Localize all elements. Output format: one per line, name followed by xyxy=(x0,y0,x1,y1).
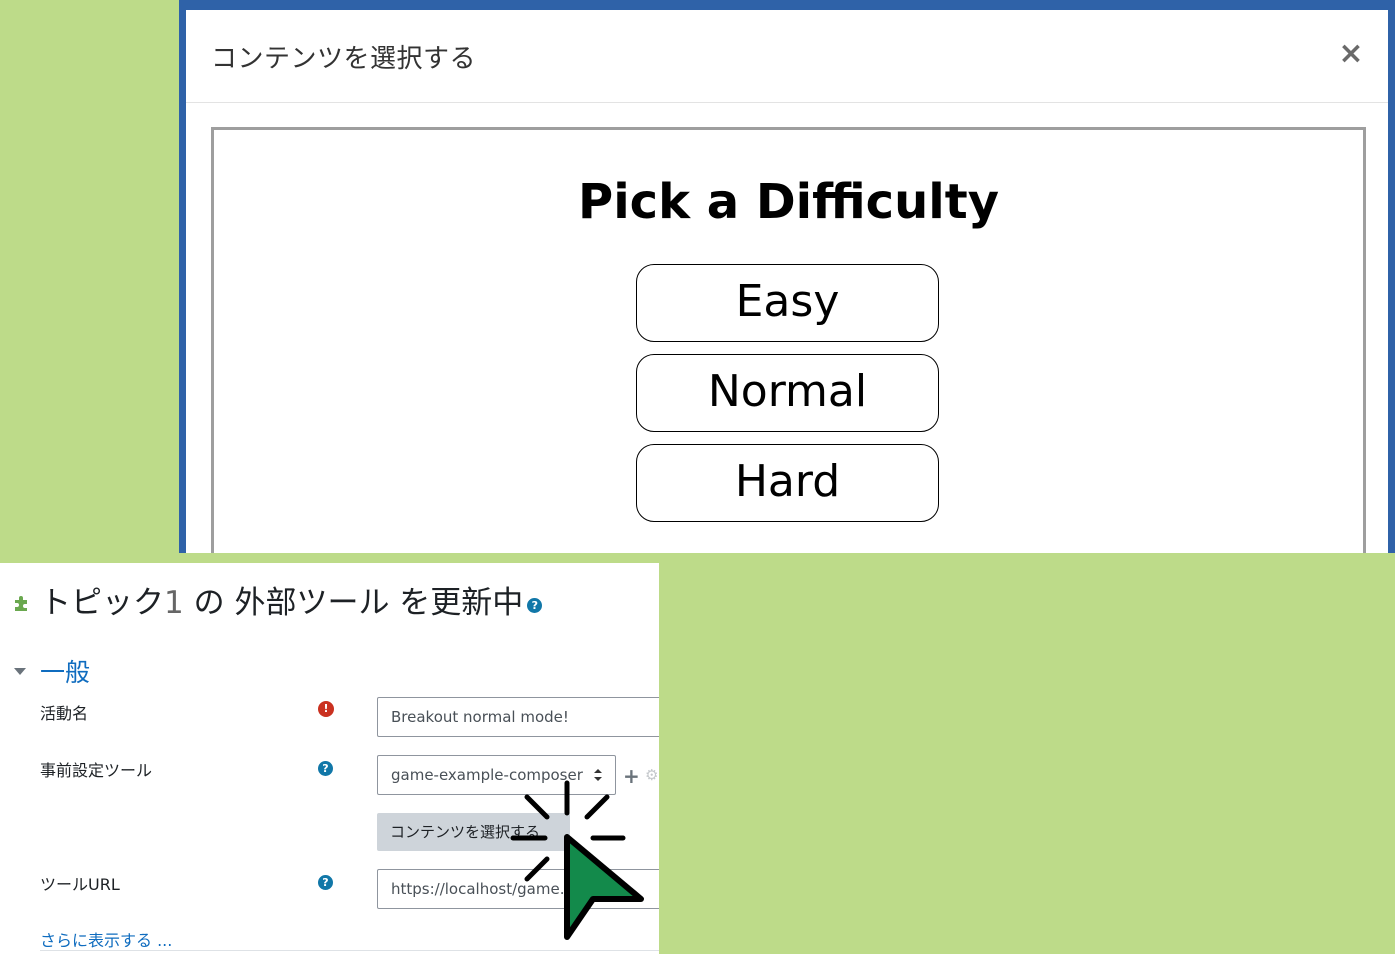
help-icon[interactable]: ? xyxy=(318,761,333,776)
tool-url-label: ツールURL xyxy=(40,875,120,894)
activity-name-input[interactable]: Breakout normal mode! xyxy=(377,697,659,737)
preconfigured-tool-label: 事前設定ツール xyxy=(40,761,153,780)
help-icon[interactable]: ? xyxy=(318,875,333,890)
activity-name-label: 活動名 xyxy=(40,704,89,723)
select-content-button[interactable]: コンテンツを選択する xyxy=(377,813,570,851)
screen: コンテンツを選択する × Pick a Difficulty Easy Norm… xyxy=(0,0,1395,954)
heading-text: トピック1 の 外部ツール を更新中 xyxy=(40,584,524,621)
divider xyxy=(40,950,659,951)
content-iframe: Pick a Difficulty Easy Normal Hard xyxy=(211,127,1366,553)
required-icon: ! xyxy=(318,701,334,717)
show-more-link[interactable]: さらに表示する ... xyxy=(40,927,172,951)
select-arrows-icon xyxy=(594,769,602,781)
modal-frame: コンテンツを選択する × Pick a Difficulty Easy Norm… xyxy=(179,0,1395,553)
add-tool-icon[interactable]: + xyxy=(623,766,640,786)
chevron-down-icon xyxy=(14,667,26,675)
page-title: トピック1 の 外部ツール を更新中 ? xyxy=(12,579,543,621)
easy-button[interactable]: Easy xyxy=(636,264,939,342)
normal-button[interactable]: Normal xyxy=(636,354,939,432)
hard-button[interactable]: Hard xyxy=(636,444,939,522)
content-select-dialog: コンテンツを選択する × Pick a Difficulty Easy Norm… xyxy=(186,10,1388,553)
modal-header: コンテンツを選択する × xyxy=(186,10,1388,103)
tool-url-input[interactable]: https://localhost/game.php xyxy=(377,869,659,909)
edit-external-tool-form: トピック1 の 外部ツール を更新中 ? 一般 活動名 ! Breakout n… xyxy=(0,563,659,954)
puzzle-icon xyxy=(15,596,27,611)
section-general-toggle[interactable]: 一般 xyxy=(14,653,90,689)
close-button[interactable]: × xyxy=(1336,36,1366,72)
section-general-label: 一般 xyxy=(40,658,91,687)
gear-icon[interactable]: ⚙ xyxy=(645,768,658,783)
difficulty-heading: Pick a Difficulty xyxy=(578,174,999,230)
help-icon[interactable]: ? xyxy=(527,597,543,613)
modal-title: コンテンツを選択する xyxy=(211,44,477,74)
preconfigured-tool-select[interactable]: game-example-composer xyxy=(377,755,616,795)
